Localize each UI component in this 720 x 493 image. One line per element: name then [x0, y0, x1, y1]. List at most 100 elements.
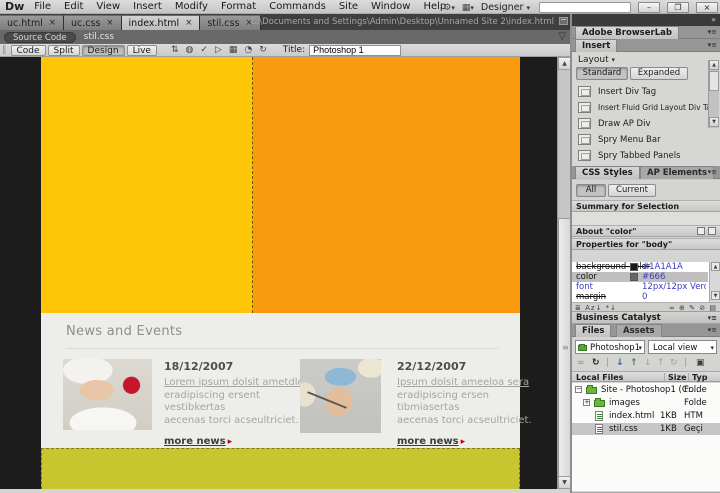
- browserlab-tab[interactable]: Adobe BrowserLab: [575, 26, 679, 39]
- news-link[interactable]: Lorem ipsum dolsit ametdloa: [164, 377, 314, 390]
- current-mode-button[interactable]: Current: [608, 184, 656, 197]
- refresh-design-icon[interactable]: ↻: [259, 45, 267, 55]
- put-files-icon[interactable]: ↑: [630, 358, 638, 368]
- css-styles-panel-header[interactable]: CSS Styles AP Elements ▾≡: [572, 166, 720, 179]
- panel-menu-icon[interactable]: ▾≡: [708, 168, 717, 176]
- show-cascade-icon[interactable]: [697, 227, 705, 235]
- all-mode-button[interactable]: All: [576, 184, 606, 197]
- panel-menu-icon[interactable]: ▾≡: [708, 326, 717, 334]
- insert-scrollbar[interactable]: ▲ ▼: [708, 60, 719, 128]
- close-icon[interactable]: ×: [49, 18, 56, 28]
- news-link[interactable]: Ipsum dolsit ameeloa sera: [397, 377, 547, 390]
- insert-div-tag-item[interactable]: Insert Div Tag: [572, 84, 706, 100]
- menu-view[interactable]: View: [96, 1, 120, 12]
- checkin-icon[interactable]: ↑: [657, 358, 665, 368]
- more-news-link[interactable]: more news▸: [397, 436, 547, 447]
- scroll-up-icon[interactable]: ▲: [709, 60, 719, 70]
- css-prop-row[interactable]: background-color #1A1A1A: [572, 262, 708, 272]
- standard-mode-button[interactable]: Standard: [576, 67, 628, 80]
- panel-menu-icon[interactable]: ▾≡: [708, 314, 717, 322]
- close-button[interactable]: ×: [696, 2, 718, 13]
- extension-manager-icon[interactable]: ⚙▾: [443, 2, 455, 13]
- live-view-button[interactable]: Live: [127, 45, 157, 56]
- close-icon[interactable]: ×: [185, 18, 192, 28]
- design-view-button[interactable]: Design: [82, 45, 125, 56]
- dock-collapse-bar[interactable]: »: [572, 14, 720, 26]
- tab-index-html[interactable]: index.html×: [122, 15, 201, 30]
- css-prop-row[interactable]: margin 0: [572, 292, 708, 302]
- css-styles-tab[interactable]: CSS Styles: [575, 166, 640, 179]
- files-column-header[interactable]: Local Files Size Typ: [572, 371, 720, 382]
- site-menu-icon[interactable]: ▦▾: [462, 2, 474, 13]
- panel-menu-icon[interactable]: ▾≡: [708, 41, 717, 49]
- scroll-up-icon[interactable]: ▲: [711, 262, 720, 271]
- orange-div-block[interactable]: [253, 57, 520, 313]
- expanded-mode-button[interactable]: Expanded: [630, 67, 688, 80]
- scroll-down-icon[interactable]: ▼: [711, 291, 720, 300]
- insert-panel-header[interactable]: Insert ▾≡: [572, 39, 720, 52]
- menu-window[interactable]: Window: [371, 1, 410, 12]
- tree-row-site[interactable]: − Site - Photoshop1 (C:... Folde: [572, 384, 720, 396]
- connect-icon[interactable]: ∞: [577, 358, 585, 368]
- workspace-switcher[interactable]: Designer ▾: [481, 2, 532, 13]
- tab-uc-html[interactable]: uc.html×: [0, 15, 64, 30]
- color-swatch[interactable]: [630, 263, 638, 271]
- source-code-button[interactable]: Source Code: [4, 32, 76, 43]
- file-management-icon[interactable]: ⇅: [171, 45, 179, 55]
- show-info-icon[interactable]: [708, 227, 716, 235]
- menu-insert[interactable]: Insert: [133, 1, 162, 12]
- minimize-button[interactable]: –: [638, 2, 660, 13]
- refresh-icon[interactable]: ↻: [592, 358, 600, 368]
- tree-row-images[interactable]: + images Folde: [572, 397, 720, 409]
- visual-aids-icon[interactable]: ▦: [229, 45, 238, 55]
- collapse-to-icons-icon[interactable]: »: [711, 15, 716, 24]
- split-view-button[interactable]: Split: [48, 45, 80, 56]
- insert-fluid-grid-item[interactable]: Insert Fluid Grid Layout Div Tag: [572, 100, 706, 116]
- menu-file[interactable]: File: [34, 1, 51, 12]
- menu-modify[interactable]: Modify: [175, 1, 208, 12]
- assets-tab[interactable]: Assets: [616, 324, 662, 337]
- inspect-icon[interactable]: ◔: [244, 45, 252, 55]
- get-files-icon[interactable]: ↓: [616, 358, 624, 368]
- collapse-expander-icon[interactable]: −: [575, 386, 582, 393]
- business-catalyst-panel-header[interactable]: Business Catalyst ▾≡: [572, 311, 720, 324]
- color-swatch[interactable]: [630, 273, 638, 281]
- footer-div-block[interactable]: [41, 448, 520, 489]
- scrollbar-thumb[interactable]: [558, 218, 570, 477]
- spry-tabbed-panels-item[interactable]: Spry Tabbed Panels: [572, 148, 706, 164]
- w3c-validation-icon[interactable]: ✓: [200, 45, 208, 55]
- expand-expander-icon[interactable]: +: [583, 399, 590, 406]
- menu-edit[interactable]: Edit: [64, 1, 83, 12]
- properties-scrollbar[interactable]: ▲ ▼: [709, 262, 720, 302]
- filter-related-files-icon[interactable]: ▽: [558, 31, 566, 42]
- tab-uc-css[interactable]: uc.css×: [64, 15, 122, 30]
- site-select[interactable]: Photoshop1 ▾: [575, 340, 645, 354]
- insert-tab[interactable]: Insert: [575, 39, 617, 52]
- sync-icon[interactable]: ↻: [670, 358, 678, 368]
- menu-format[interactable]: Format: [221, 1, 256, 12]
- code-view-button[interactable]: Code: [11, 45, 46, 56]
- ap-elements-tab[interactable]: AP Elements: [640, 166, 714, 179]
- tree-row-index-html[interactable]: index.html 1KB HTM: [572, 410, 720, 422]
- related-file-stil-css[interactable]: stil.css: [84, 32, 114, 42]
- close-icon[interactable]: ×: [106, 18, 113, 28]
- css-prop-row[interactable]: color #666: [572, 272, 708, 282]
- checkout-icon[interactable]: ↓: [644, 358, 652, 368]
- canvas-vertical-scrollbar[interactable]: ▲ ▼: [557, 57, 570, 489]
- menu-commands[interactable]: Commands: [269, 1, 326, 12]
- restore-button[interactable]: ❐: [667, 2, 689, 13]
- scroll-down-icon[interactable]: ▼: [709, 117, 719, 127]
- preview-in-browser-icon[interactable]: ◍: [186, 45, 194, 55]
- tree-row-stil-css[interactable]: stil.css 1KB Geçi: [572, 423, 720, 435]
- draw-ap-div-item[interactable]: Draw AP Div: [572, 116, 706, 132]
- page-title-input[interactable]: [309, 45, 401, 56]
- yellow-div-block[interactable]: [41, 57, 253, 313]
- files-tab[interactable]: Files: [575, 324, 611, 337]
- spry-menu-bar-item[interactable]: Spry Menu Bar: [572, 132, 706, 148]
- css-prop-row[interactable]: font 12px/12px Verdana, ...: [572, 282, 708, 292]
- app-search-input[interactable]: [539, 2, 631, 13]
- insert-category-dropdown[interactable]: Layout ▾: [578, 55, 615, 65]
- menu-site[interactable]: Site: [339, 1, 358, 12]
- files-panel-header[interactable]: Files Assets ▾≡: [572, 324, 720, 337]
- panel-menu-icon[interactable]: ▾≡: [708, 28, 717, 36]
